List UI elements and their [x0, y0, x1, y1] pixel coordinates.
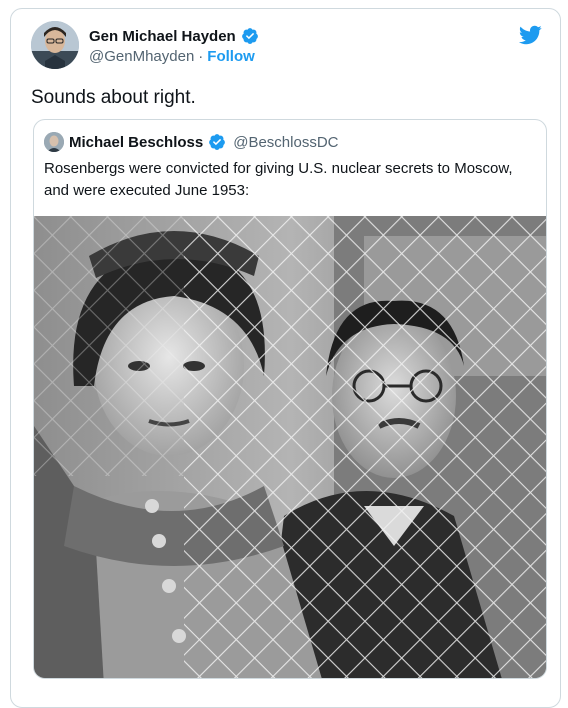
tweet-text: Sounds about right. [31, 87, 196, 108]
quoted-tweet-photo[interactable] [34, 216, 546, 678]
twitter-bird-icon[interactable] [518, 23, 542, 47]
quoted-author-display-name[interactable]: Michael Beschloss [69, 134, 203, 151]
author-handle[interactable]: @GenMhayden [89, 48, 194, 65]
quoted-tweet[interactable]: Michael Beschloss @BeschlossDC Rosenberg… [33, 119, 547, 679]
verified-badge-icon [241, 27, 259, 45]
author-avatar[interactable] [31, 21, 79, 69]
author-display-name[interactable]: Gen Michael Hayden [89, 28, 236, 45]
quoted-author-handle[interactable]: @BeschlossDC [233, 134, 338, 151]
verified-badge-icon [208, 133, 226, 151]
quoted-tweet-header: Michael Beschloss @BeschlossDC [44, 132, 339, 152]
tweet-header: Gen Michael Hayden @GenMhayden · Follow [31, 21, 531, 71]
separator-dot: · [198, 48, 204, 65]
follow-button[interactable]: Follow [207, 48, 255, 65]
embedded-tweet-card: Gen Michael Hayden @GenMhayden · Follow … [10, 8, 561, 708]
quoted-tweet-text: Rosenbergs were convicted for giving U.S… [44, 160, 513, 199]
quoted-author-avatar[interactable] [44, 132, 64, 152]
